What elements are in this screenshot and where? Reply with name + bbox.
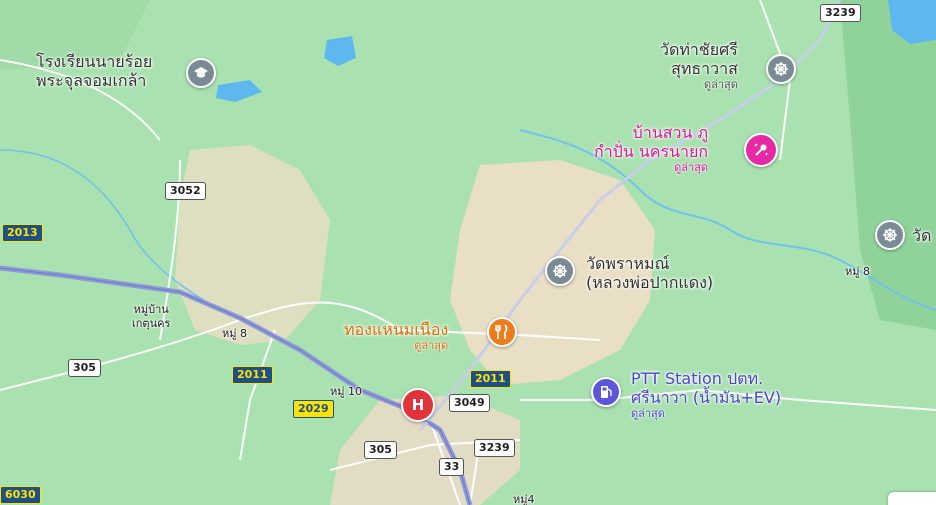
poi-wat-phram-label[interactable]: วัดพราหมณ์ (หลวงพ่อปากแดง) — [586, 254, 713, 292]
route-shield-2011-west: 2011 — [232, 366, 273, 384]
route-shield-305-town: 305 — [364, 441, 397, 459]
route-shield-2013: 2013 — [2, 224, 43, 242]
poi-ptt-label[interactable]: PTT Station ปตท. ศรีนาวา (น้ำมัน+EV) ดูล… — [631, 369, 781, 420]
fuel-pump-icon[interactable] — [591, 377, 621, 407]
village-label-moo8-right: หมู่ 8 — [845, 265, 870, 278]
hospital-icon[interactable]: H — [401, 388, 435, 422]
graduation-cap-icon[interactable] — [186, 58, 216, 88]
route-shield-3239-north: 3239 — [820, 4, 861, 22]
dharma-wheel-icon[interactable] — [875, 220, 905, 250]
poi-school-label[interactable]: โรงเรียนนายร้อย พระจุลจอมเกล้า — [36, 52, 152, 90]
village-label-moo8-left: หมู่ 8 — [222, 327, 247, 340]
village-label-moo10: หมู่ 10 — [330, 385, 362, 398]
route-shield-2029: 2029 — [293, 400, 334, 418]
route-shield-6030: 6030 — [0, 486, 41, 504]
poi-baan-suan-label[interactable]: บ้านสวน ภู กำปั่น นครนายก ดูล่าสุด — [594, 123, 708, 174]
map-canvas[interactable]: 3239 3052 2013 305 2011 2029 2011 3049 3… — [0, 0, 936, 505]
route-shield-33: 33 — [439, 458, 465, 476]
dharma-wheel-icon[interactable] — [766, 54, 796, 84]
route-shield-305-west: 305 — [68, 359, 101, 377]
route-shield-3239-town: 3239 — [474, 439, 515, 457]
route-shield-3052: 3052 — [165, 182, 206, 200]
map-control-button[interactable] — [888, 492, 936, 505]
poi-wat-right-label[interactable]: วัด — [912, 226, 931, 245]
route-shield-2011-east: 2011 — [470, 370, 511, 388]
route-shield-3049: 3049 — [449, 394, 490, 412]
village-label-moo4: หมู่4 — [513, 493, 535, 505]
fork-knife-icon[interactable] — [487, 317, 517, 347]
dharma-wheel-icon[interactable] — [545, 256, 575, 286]
poi-thong-haem-label[interactable]: ทองแหนมเนือง ดูล่าสุด — [344, 320, 448, 352]
village-label-baan-ket: หมู่บ้าน เกตุนคร — [132, 303, 171, 330]
spa-icon[interactable] — [744, 133, 778, 167]
poi-wat-tha-chai-label[interactable]: วัดท่าชัยศรี สุทธาวาส ดูล่าสุด — [660, 40, 738, 91]
